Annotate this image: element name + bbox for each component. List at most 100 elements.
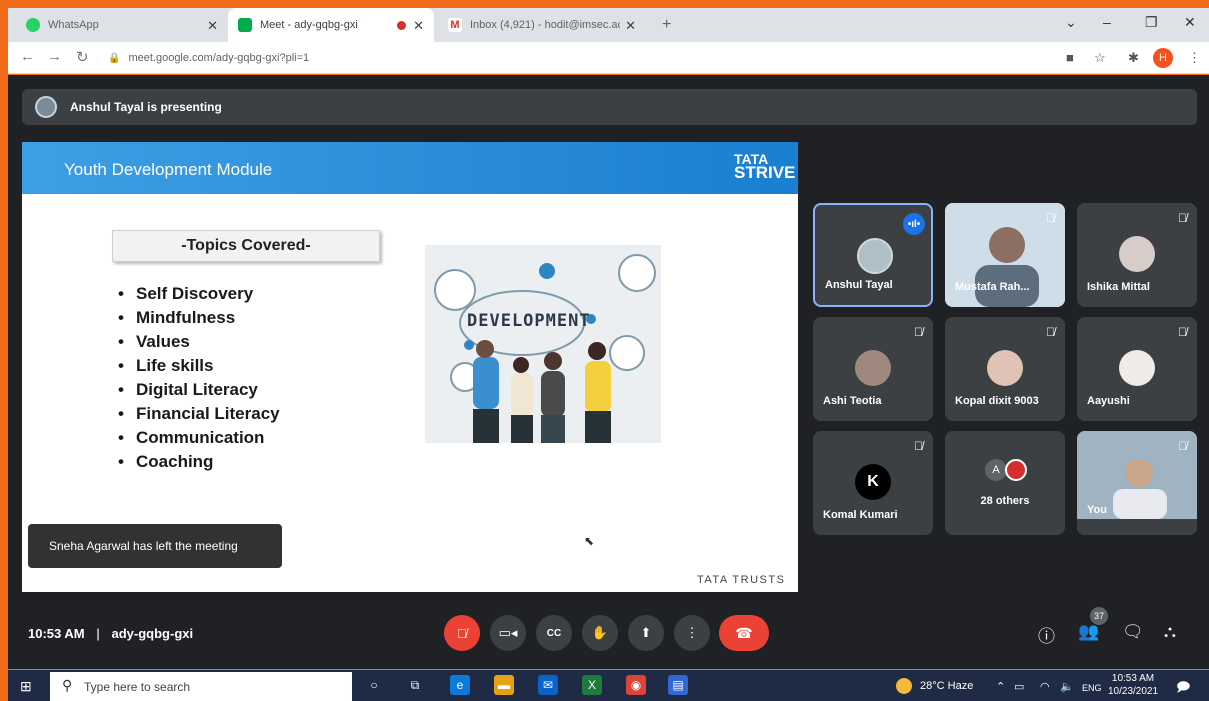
tab-label: Meet - ady-gqbg-gxi [260,19,358,31]
development-illustration: DEVELOPMENT [425,245,661,443]
participant-avatar [1119,236,1155,272]
development-illustration-graphic [434,254,656,443]
present-screen-button[interactable]: ⬆ [628,615,664,651]
reload-icon[interactable]: ↻ [76,48,89,66]
tata-strive-logo: TATA STRIVE [734,152,796,182]
participant-name: Komal Kumari [823,509,898,521]
people-icon[interactable]: 👥 [1078,622,1099,642]
camera-toggle-button[interactable]: ▭◂ [490,615,526,651]
back-icon[interactable]: ← [20,48,35,65]
close-tab-icon[interactable]: ✕ [625,18,636,34]
tab-label: Inbox (4,921) - hodit@imsec.ac.in [470,19,620,31]
more-options-button[interactable]: ⋮ [674,615,710,651]
topic-item: Digital Literacy [118,378,280,402]
file-explorer-icon[interactable]: ▬ [494,675,514,695]
self-tile[interactable]: 🎙̸ You [1077,431,1197,535]
mic-toggle-button[interactable]: 🎙̸ [444,615,480,651]
clock[interactable]: 10:53 AM 10/23/2021 [1108,672,1158,698]
topic-item: Life skills [118,354,280,378]
camera-in-use-icon[interactable]: ■ [1066,50,1074,65]
mouse-cursor-icon: ⬉ [584,534,595,548]
url-field[interactable]: 🔒 meet.google.com/ady-gqbg-gxi?pli=1 [102,46,1052,70]
chat-icon[interactable]: 🗨 [1122,622,1144,642]
new-tab-button[interactable]: + [652,8,681,42]
logo-bottom: STRIVE [734,163,796,182]
tray-chevron-icon[interactable]: ⌃ [996,680,1005,693]
windows-start-icon[interactable]: ⊞ [20,678,32,695]
speaking-indicator-icon: •ıl• [903,213,925,235]
captions-button[interactable]: CC [536,615,572,651]
participant-name: Aayushi [1087,395,1130,407]
url-text: meet.google.com/ady-gqbg-gxi?pli=1 [128,52,310,64]
participant-name: You [1087,504,1107,516]
raise-hand-button[interactable]: ✋ [582,615,618,651]
bookmark-star-icon[interactable]: ☆ [1094,50,1106,66]
notifications-icon[interactable]: 🗩 [1176,678,1190,700]
others-tile[interactable]: A 28 others [945,431,1065,535]
close-window-button[interactable]: ✕ [1184,14,1196,31]
meeting-time: 10:53 AM [28,626,85,641]
participant-tile[interactable]: 🎙̸ Ashi Teotia [813,317,933,421]
cortana-icon[interactable]: ○ [364,675,384,695]
mail-icon[interactable]: ✉ [538,675,558,695]
edge-icon[interactable]: e [450,675,470,695]
taskbar-search-input[interactable]: Type here to search [50,672,352,701]
minimize-button[interactable]: – [1103,14,1111,30]
mic-off-icon: 🎙̸ [1178,439,1187,453]
task-view-icon[interactable]: ⧉ [405,675,425,695]
tab-label: WhatsApp [48,19,99,31]
participant-tile[interactable]: K 🎙̸ Komal Kumari [813,431,933,535]
leave-call-button[interactable]: ☎ [719,615,769,651]
forward-icon[interactable]: → [47,48,62,65]
topics-heading: -Topics Covered- [112,230,380,262]
google-meet-icon [238,18,252,32]
wifi-icon[interactable]: ◠ [1040,680,1050,693]
weather-text[interactable]: 28°C Haze [920,680,973,692]
participant-tile[interactable]: 🎙̸ Ishika Mittal [1077,203,1197,307]
close-tab-icon[interactable]: ✕ [207,18,218,34]
mic-off-icon: 🎙̸ [914,325,923,339]
topic-item: Mindfulness [118,306,280,330]
excel-icon[interactable]: X [582,675,602,695]
profile-avatar[interactable]: H [1153,48,1173,68]
participant-name: Ashi Teotia [823,395,882,407]
maximize-button[interactable]: ❐ [1145,14,1158,31]
participant-avatar [857,238,893,274]
recording-indicator-icon [397,21,406,30]
menu-kebab-icon[interactable]: ⋮ [1188,50,1201,66]
meeting-code: ady-gqbg-gxi [111,626,194,641]
volume-icon[interactable]: 🔈 [1060,680,1074,693]
tab-gmail[interactable]: M Inbox (4,921) - hodit@imsec.ac.in ✕ [438,8,646,42]
participant-name: Ishika Mittal [1087,281,1150,293]
lock-icon: 🔒 [108,52,121,64]
tab-meet[interactable]: Meet - ady-gqbg-gxi ✕ [228,8,434,42]
clock-date: 10/23/2021 [1108,686,1159,697]
participant-tile[interactable]: •ıl• Anshul Tayal [813,203,933,307]
topic-item: Self Discovery [118,282,280,306]
others-count: 28 others [980,495,1030,507]
participant-tile[interactable]: 🎙̸ Mustafa Rah... [945,203,1065,307]
participant-tile[interactable]: 🎙̸ Aayushi [1077,317,1197,421]
people-count-badge: 37 [1090,607,1108,625]
tab-search-icon[interactable]: ⌄ [1065,14,1077,31]
left-meeting-toast: Sneha Agarwal has left the meeting [28,524,282,568]
app-icon[interactable]: ▤ [668,675,688,695]
activities-icon[interactable]: ⛬ [1164,622,1176,642]
participant-tile[interactable]: 🎙̸ Kopal dixit 9003 [945,317,1065,421]
extensions-icon[interactable]: ✱ [1128,50,1139,66]
participant-avatar [987,350,1023,386]
meeting-info: 10:53 AM | ady-gqbg-gxi [28,626,193,641]
close-tab-icon[interactable]: ✕ [413,18,424,34]
participant-name: Anshul Tayal [825,279,893,291]
others-avatar [1005,459,1027,481]
language-indicator[interactable]: ENG [1082,683,1102,693]
network-icon[interactable]: ▭ [1014,680,1024,693]
others-avatar: A [985,459,1007,481]
participant-name: Kopal dixit 9003 [955,395,1039,407]
separator: | [96,626,100,641]
chrome-icon[interactable]: ◉ [626,675,646,695]
presenting-banner: Anshul Tayal is presenting [22,89,1197,125]
mic-off-icon: 🎙̸ [1178,325,1187,339]
meeting-details-icon[interactable]: ⓘ [1038,622,1055,647]
tab-whatsapp[interactable]: WhatsApp ✕ [16,8,228,42]
